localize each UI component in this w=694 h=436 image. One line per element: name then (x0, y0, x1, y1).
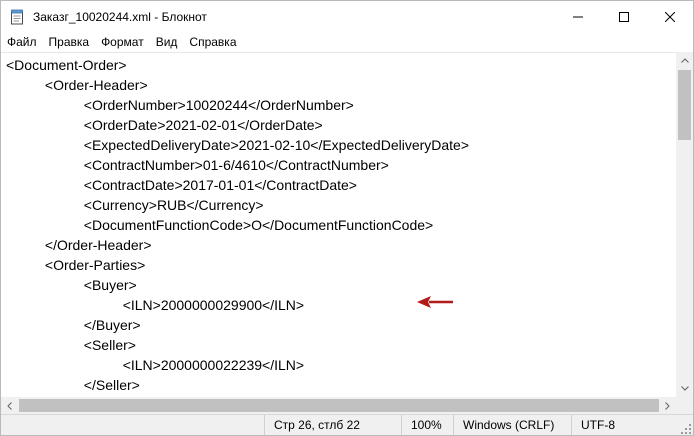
status-bar: Стр 26, стлб 22 100% Windows (CRLF) UTF-… (1, 414, 693, 435)
status-zoom: 100% (401, 415, 453, 435)
menu-bar: Файл Правка Формат Вид Справка (1, 32, 693, 52)
editor-line: <ContractDate>2017-01-01</ContractDate> (6, 177, 357, 193)
menu-help[interactable]: Справка (183, 32, 242, 52)
editor-line: <ILN>2000000022239</ILN> (6, 357, 305, 373)
chevron-up-icon (680, 58, 689, 63)
minimize-icon (573, 16, 583, 17)
editor-line: </Order-Header> (6, 237, 152, 253)
vertical-scroll-thumb[interactable] (678, 70, 691, 140)
window-controls (555, 1, 693, 32)
scroll-down-button[interactable] (676, 380, 693, 397)
menu-file[interactable]: Файл (1, 32, 43, 52)
title-bar[interactable]: Заказг_10020244.xml - Блокнот (1, 1, 693, 32)
maximize-icon (619, 11, 629, 22)
editor-line: <OrderNumber>10020244</OrderNumber> (6, 97, 354, 113)
editor-line: <Document-Order> (6, 57, 127, 73)
annotation-arrow-icon (417, 296, 453, 308)
horizontal-scroll-thumb[interactable] (19, 399, 659, 412)
editor-line: <Buyer> (6, 277, 137, 293)
menu-view[interactable]: Вид (150, 32, 184, 52)
editor-line: <ExpectedDeliveryDate>2021-02-10</Expect… (6, 137, 470, 153)
editor-line: <OrderDate>2021-02-01</OrderDate> (6, 117, 323, 133)
window-title: Заказг_10020244.xml - Блокнот (33, 9, 207, 24)
editor-line: <Order-Header> (6, 77, 148, 93)
status-line-endings: Windows (CRLF) (453, 415, 571, 435)
notepad-icon (11, 9, 23, 24)
editor-line: </Buyer> (6, 317, 141, 333)
editor-line: <DocumentFunctionCode>O</DocumentFunctio… (6, 217, 434, 233)
resize-grip-icon[interactable] (681, 424, 691, 434)
close-button[interactable] (647, 1, 693, 32)
status-cursor-position: Стр 26, стлб 22 (264, 415, 401, 435)
horizontal-scrollbar[interactable] (1, 397, 676, 414)
menu-format[interactable]: Формат (95, 32, 150, 52)
minimize-button[interactable] (555, 1, 601, 32)
menu-edit[interactable]: Правка (43, 32, 96, 52)
chevron-down-icon (680, 386, 689, 391)
editor-line: <Order-Parties> (6, 257, 146, 273)
text-editor[interactable]: <Document-Order> <Order-Header> <OrderNu… (1, 52, 676, 398)
editor-line: <ILN>2000000029900</ILN> (6, 297, 305, 313)
chevron-right-icon (665, 401, 670, 410)
close-icon (665, 11, 675, 22)
editor-line: </Seller> (6, 377, 140, 393)
scroll-up-button[interactable] (676, 52, 693, 69)
scroll-right-button[interactable] (659, 397, 676, 414)
editor-line: <Seller> (6, 337, 136, 353)
scrollbar-corner (676, 397, 693, 414)
maximize-button[interactable] (601, 1, 647, 32)
status-encoding: UTF-8 (571, 415, 693, 435)
vertical-scrollbar[interactable] (676, 52, 693, 397)
scroll-left-button[interactable] (1, 397, 18, 414)
chevron-left-icon (7, 401, 12, 410)
editor-line: <Currency>RUB</Currency> (6, 197, 264, 213)
notepad-window: Заказг_10020244.xml - Блокнот Файл Правк… (0, 0, 694, 436)
editor-line: <ContractNumber>01-6/4610</ContractNumbe… (6, 157, 389, 173)
